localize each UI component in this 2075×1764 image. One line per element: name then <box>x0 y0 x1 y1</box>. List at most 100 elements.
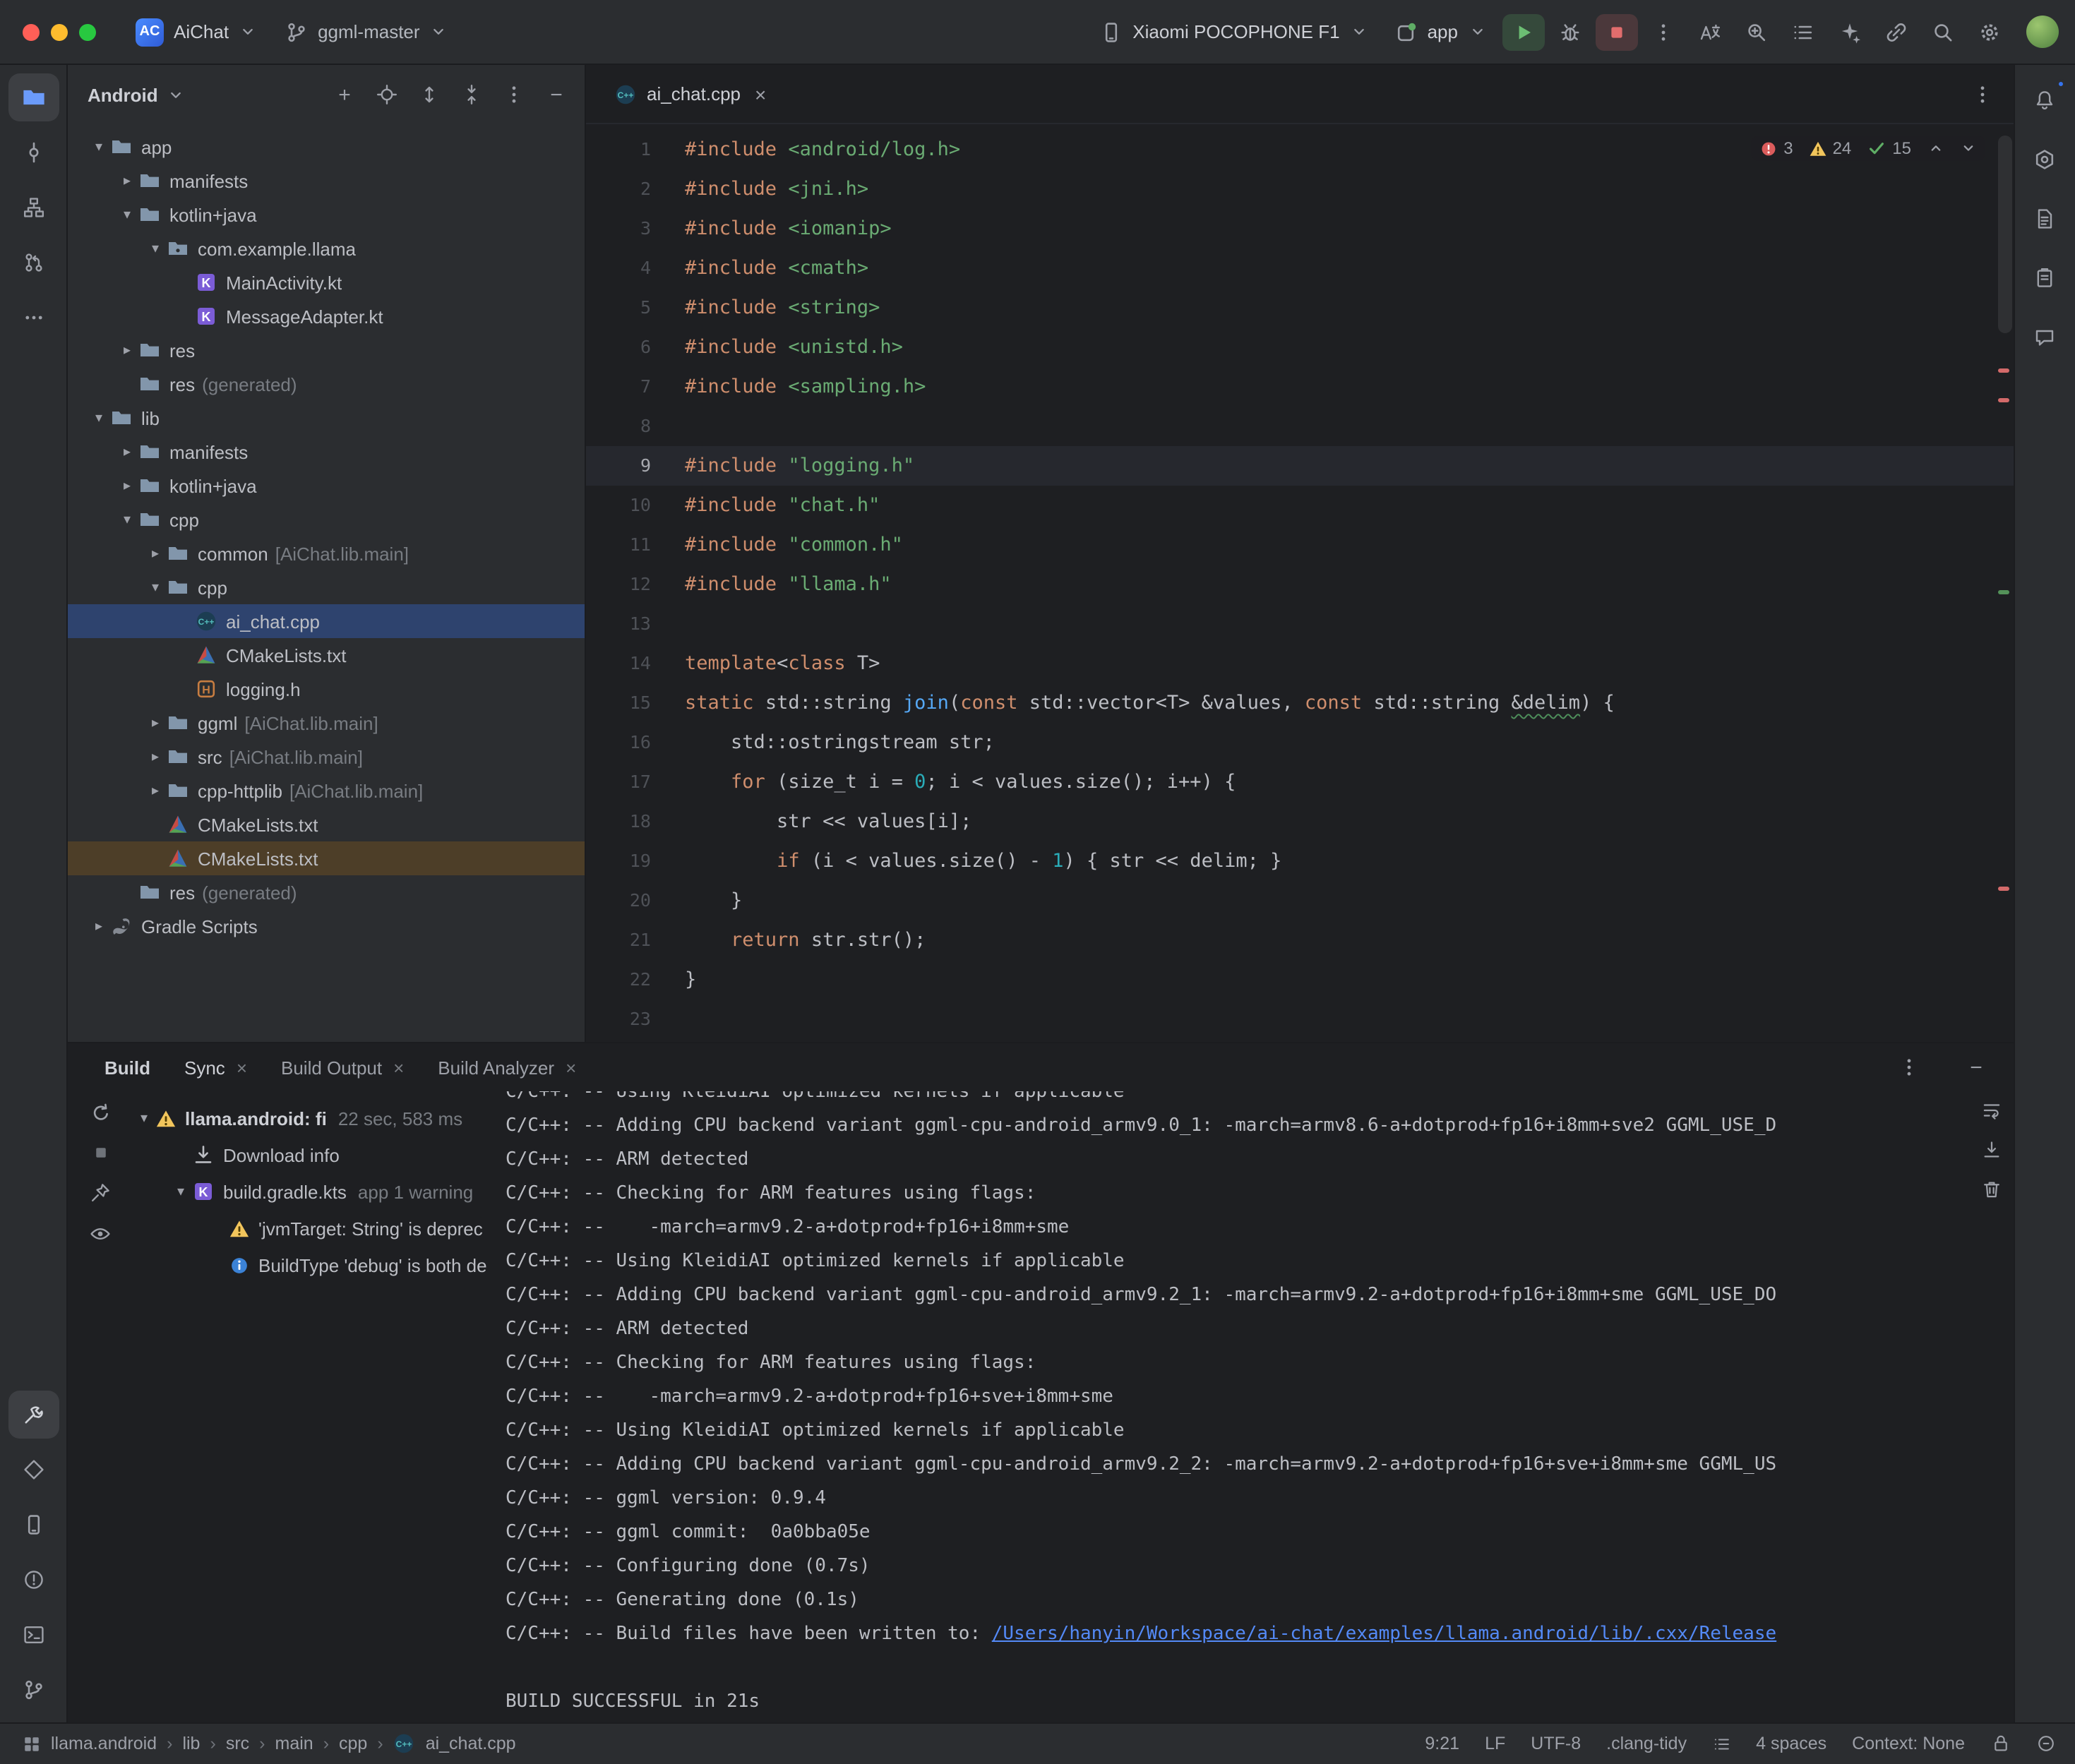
code-line-2[interactable]: 2#include <jni.h> <box>586 169 2013 209</box>
collapse-all-icon[interactable] <box>455 78 489 112</box>
chevron-right-icon[interactable]: ▸ <box>116 478 138 493</box>
code-line-23[interactable]: 23 <box>586 1000 2013 1039</box>
inspection-widget[interactable]: 3 24 15 <box>1751 136 1985 161</box>
ai-context[interactable]: Context: None <box>1852 1734 1965 1753</box>
breadcrumb-item[interactable]: cpp <box>339 1734 367 1753</box>
error-stripe-mark[interactable] <box>1997 368 2009 373</box>
tree-item[interactable]: ▸manifests <box>68 435 585 469</box>
code-line-22[interactable]: 22} <box>586 960 2013 1000</box>
tree-item[interactable]: res(generated) <box>68 367 585 401</box>
chevron-down-icon[interactable]: ▾ <box>144 580 167 595</box>
stop-build-icon[interactable] <box>90 1142 111 1163</box>
code-line-11[interactable]: 11#include "common.h" <box>586 525 2013 565</box>
tree-item[interactable]: ▾cpp <box>68 570 585 604</box>
tree-item[interactable]: Hlogging.h <box>68 672 585 706</box>
code-line-15[interactable]: 15static std::string join(const std::vec… <box>586 683 2013 723</box>
cursor-position[interactable]: 9:21 <box>1425 1734 1459 1753</box>
code-line-7[interactable]: 7#include <sampling.h> <box>586 367 2013 407</box>
build-panel-options-icon[interactable] <box>1891 1050 1925 1084</box>
notifications-tool-icon[interactable] <box>2019 76 2070 124</box>
device-explorer-tool-icon[interactable] <box>2019 195 2070 243</box>
commit-tool-icon[interactable] <box>8 128 59 176</box>
breadcrumb-item[interactable]: llama.android <box>51 1734 157 1753</box>
tab-ai-chat-cpp[interactable]: C++ ai_chat.cpp × <box>600 65 780 123</box>
inspect-code-button[interactable] <box>1735 13 1777 50</box>
breadcrumb-item[interactable]: src <box>226 1734 249 1753</box>
pull-requests-tool-icon[interactable] <box>8 239 59 287</box>
clang-tidy-status[interactable]: .clang-tidy <box>1606 1734 1687 1753</box>
chevron-right-icon[interactable]: ▸ <box>116 444 138 460</box>
tree-item[interactable]: CMakeLists.txt <box>68 808 585 841</box>
tab-build-analyzer[interactable]: Build Analyzer× <box>438 1057 576 1078</box>
tree-item[interactable]: KMessageAdapter.kt <box>68 299 585 333</box>
settings-button[interactable] <box>1968 13 2010 50</box>
previous-issue-icon[interactable] <box>1927 140 1944 157</box>
tab-build-output[interactable]: Build Output× <box>281 1057 404 1078</box>
tab-sync[interactable]: Sync× <box>184 1057 247 1078</box>
chevron-down-icon[interactable]: ▾ <box>144 241 167 256</box>
tree-item[interactable]: ▸manifests <box>68 164 585 198</box>
build-tree-item[interactable]: ▾Kbuild.gradle.ktsapp 1 warning <box>130 1173 500 1210</box>
build-tree-item[interactable]: ▾llama.android: fi22 sec, 583 ms <box>130 1100 500 1136</box>
code-line-12[interactable]: 12#include "llama.h" <box>586 565 2013 604</box>
locate-file-icon[interactable] <box>370 78 404 112</box>
pin-tab-icon[interactable] <box>89 1182 112 1204</box>
passed-count-badge[interactable]: 15 <box>1867 138 1911 158</box>
close-window-button[interactable] <box>23 23 40 40</box>
add-button[interactable]: + <box>328 78 361 112</box>
tree-item[interactable]: res(generated) <box>68 875 585 909</box>
build-output-path-link[interactable]: /Users/hanyin/Workspace/ai-chat/examples… <box>992 1624 1776 1645</box>
editor-options-icon[interactable] <box>1965 77 1999 111</box>
chevron-down-icon[interactable]: ▾ <box>116 207 138 222</box>
translate-button[interactable] <box>1688 13 1730 50</box>
code-line-9[interactable]: 9#include "logging.h" <box>586 446 2013 486</box>
project-selector[interactable]: AC AiChat <box>124 12 268 52</box>
project-view-mode[interactable]: Android <box>88 84 158 105</box>
run-button[interactable] <box>1502 13 1544 50</box>
chevron-down-icon[interactable]: ▾ <box>88 139 110 155</box>
chevron-right-icon[interactable]: ▸ <box>144 783 167 798</box>
line-separator[interactable]: LF <box>1485 1734 1505 1753</box>
todo-list-button[interactable] <box>1781 13 1824 50</box>
minimize-window-button[interactable] <box>51 23 68 40</box>
breadcrumb-item[interactable]: ai_chat.cpp <box>426 1734 516 1753</box>
tree-item[interactable]: ▾cpp <box>68 503 585 536</box>
tree-item[interactable]: ▸ggml[AiChat.lib.main] <box>68 706 585 740</box>
breadcrumb-item[interactable]: main <box>275 1734 313 1753</box>
code-line-3[interactable]: 3#include <iomanip> <box>586 209 2013 248</box>
run-config-selector[interactable]: app <box>1384 15 1497 49</box>
code-line-8[interactable]: 8 <box>586 407 2013 446</box>
build-tree-item[interactable]: 'jvmTarget: String' is deprec <box>130 1210 500 1247</box>
app-quality-insights-tool-icon[interactable] <box>2019 313 2070 361</box>
version-control-tool-icon[interactable] <box>8 1665 59 1713</box>
share-button[interactable] <box>1874 13 1917 50</box>
tree-item[interactable]: C++ai_chat.cpp <box>68 604 585 638</box>
build-tree-item[interactable]: Download info <box>130 1136 500 1173</box>
code-line-17[interactable]: 17 for (size_t i = 0; i < values.size();… <box>586 762 2013 802</box>
hide-panel-icon[interactable]: − <box>539 78 573 112</box>
tree-item[interactable]: CMakeLists.txt <box>68 638 585 672</box>
chevron-right-icon[interactable]: ▸ <box>116 173 138 188</box>
breadcrumb-item[interactable]: lib <box>182 1734 200 1753</box>
stop-button[interactable] <box>1595 13 1637 50</box>
tree-item[interactable]: ▸kotlin+java <box>68 469 585 503</box>
device-selector[interactable]: Xiaomi POCOPHONE F1 <box>1089 15 1379 49</box>
code-line-5[interactable]: 5#include <string> <box>586 288 2013 328</box>
chevron-right-icon[interactable]: ▸ <box>144 749 167 764</box>
logcat-tool-icon[interactable] <box>8 1500 59 1548</box>
tree-item[interactable]: ▸res <box>68 333 585 367</box>
panel-options-icon[interactable] <box>497 78 531 112</box>
tree-item[interactable]: CMakeLists.txt <box>68 841 585 875</box>
error-stripe-mark[interactable] <box>1997 398 2009 402</box>
next-issue-icon[interactable] <box>1959 140 1976 157</box>
chevron-down-icon[interactable]: ▾ <box>88 410 110 426</box>
readonly-lock-icon[interactable] <box>1990 1734 2010 1753</box>
tree-item[interactable]: ▸common[AiChat.lib.main] <box>68 536 585 570</box>
scroll-to-end-icon[interactable] <box>1980 1139 2002 1160</box>
ai-assistant-button[interactable] <box>1828 13 1870 50</box>
notifications-status-icon[interactable] <box>2035 1734 2055 1753</box>
close-tab-icon[interactable]: × <box>755 83 766 105</box>
code-line-10[interactable]: 10#include "chat.h" <box>586 486 2013 525</box>
build-tool-icon[interactable] <box>8 1390 59 1438</box>
code-line-13[interactable]: 13 <box>586 604 2013 644</box>
